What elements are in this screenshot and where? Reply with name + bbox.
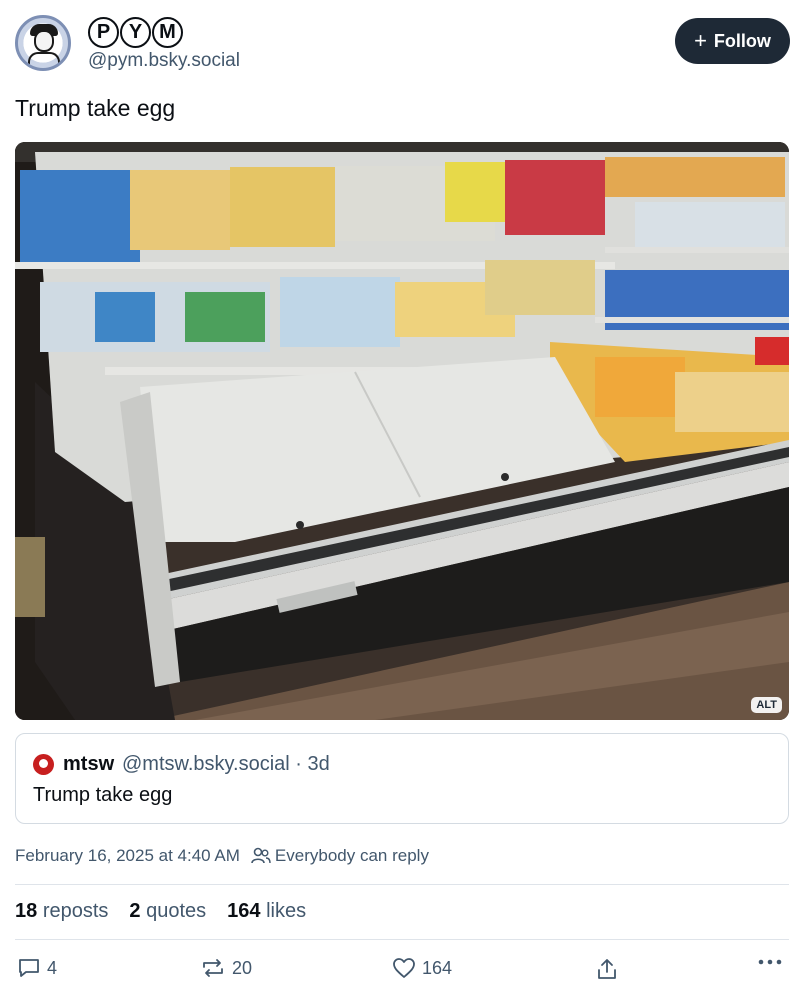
- reply-button[interactable]: 4: [17, 957, 57, 979]
- author-display-name[interactable]: P Y M: [88, 17, 183, 48]
- reposts-label: reposts: [42, 900, 109, 922]
- grocery-shelf-photo: [15, 142, 789, 720]
- quoted-author-handle-time: @mtsw.bsky.social · 3d: [122, 753, 330, 775]
- reposts-stat[interactable]: 18 reposts: [15, 900, 108, 923]
- avatar-face: [34, 30, 54, 52]
- heart-icon: [393, 958, 415, 978]
- likes-count: 164: [227, 900, 261, 922]
- quoted-post[interactable]: mtsw @mtsw.bsky.social · 3d Trump take e…: [15, 733, 789, 824]
- divider: [15, 939, 789, 940]
- post-actions: 4 20 164: [15, 957, 789, 987]
- repost-button[interactable]: 20: [200, 957, 252, 979]
- follow-button-label: Follow: [713, 30, 771, 51]
- like-count: 164: [422, 957, 453, 978]
- repost-icon: [203, 959, 223, 977]
- ellipsis-icon: [758, 959, 782, 965]
- share-button[interactable]: [595, 957, 619, 981]
- post-timestamp: February 16, 2025 at 4:40 AM: [15, 846, 240, 865]
- repost-count: 20: [232, 957, 253, 978]
- author-handle[interactable]: @pym.bsky.social: [88, 50, 240, 72]
- quotes-count: 2: [129, 900, 141, 922]
- quotes-stat[interactable]: 2 quotes: [129, 900, 206, 923]
- likes-stat[interactable]: 164 likes: [227, 900, 306, 923]
- plus-icon: +: [694, 28, 707, 53]
- share-icon: [598, 959, 616, 979]
- alt-text-badge[interactable]: ALT: [751, 697, 782, 713]
- more-options-button[interactable]: [757, 957, 783, 967]
- post-header: P Y M @pym.bsky.social + Follow: [15, 15, 790, 77]
- display-name-letter: P: [88, 17, 119, 48]
- author-avatar[interactable]: [15, 15, 71, 71]
- reply-icon: [19, 959, 39, 977]
- follow-button[interactable]: + Follow: [675, 18, 790, 64]
- quoted-author-avatar: [33, 754, 54, 775]
- display-name-letter: M: [152, 17, 183, 48]
- display-name-letter: Y: [120, 17, 151, 48]
- reply-setting[interactable]: Everybody can reply: [275, 846, 429, 866]
- post-stats: 18 reposts 2 quotes 164 likes: [15, 900, 306, 923]
- quoted-author-name: mtsw: [63, 753, 115, 775]
- avatar-body: [28, 52, 60, 68]
- like-button[interactable]: 164: [392, 957, 452, 979]
- post-text: Trump take egg: [15, 95, 176, 121]
- post-image[interactable]: ALT: [15, 142, 789, 720]
- quoted-post-text: Trump take egg: [33, 784, 173, 806]
- quotes-label: quotes: [146, 900, 207, 922]
- people-icon: [251, 847, 271, 865]
- post-meta: February 16, 2025 at 4:40 AM Everybody c…: [15, 846, 429, 866]
- likes-label: likes: [266, 900, 307, 922]
- reposts-count: 18: [15, 900, 38, 922]
- reply-count: 4: [47, 957, 58, 978]
- divider: [15, 884, 789, 885]
